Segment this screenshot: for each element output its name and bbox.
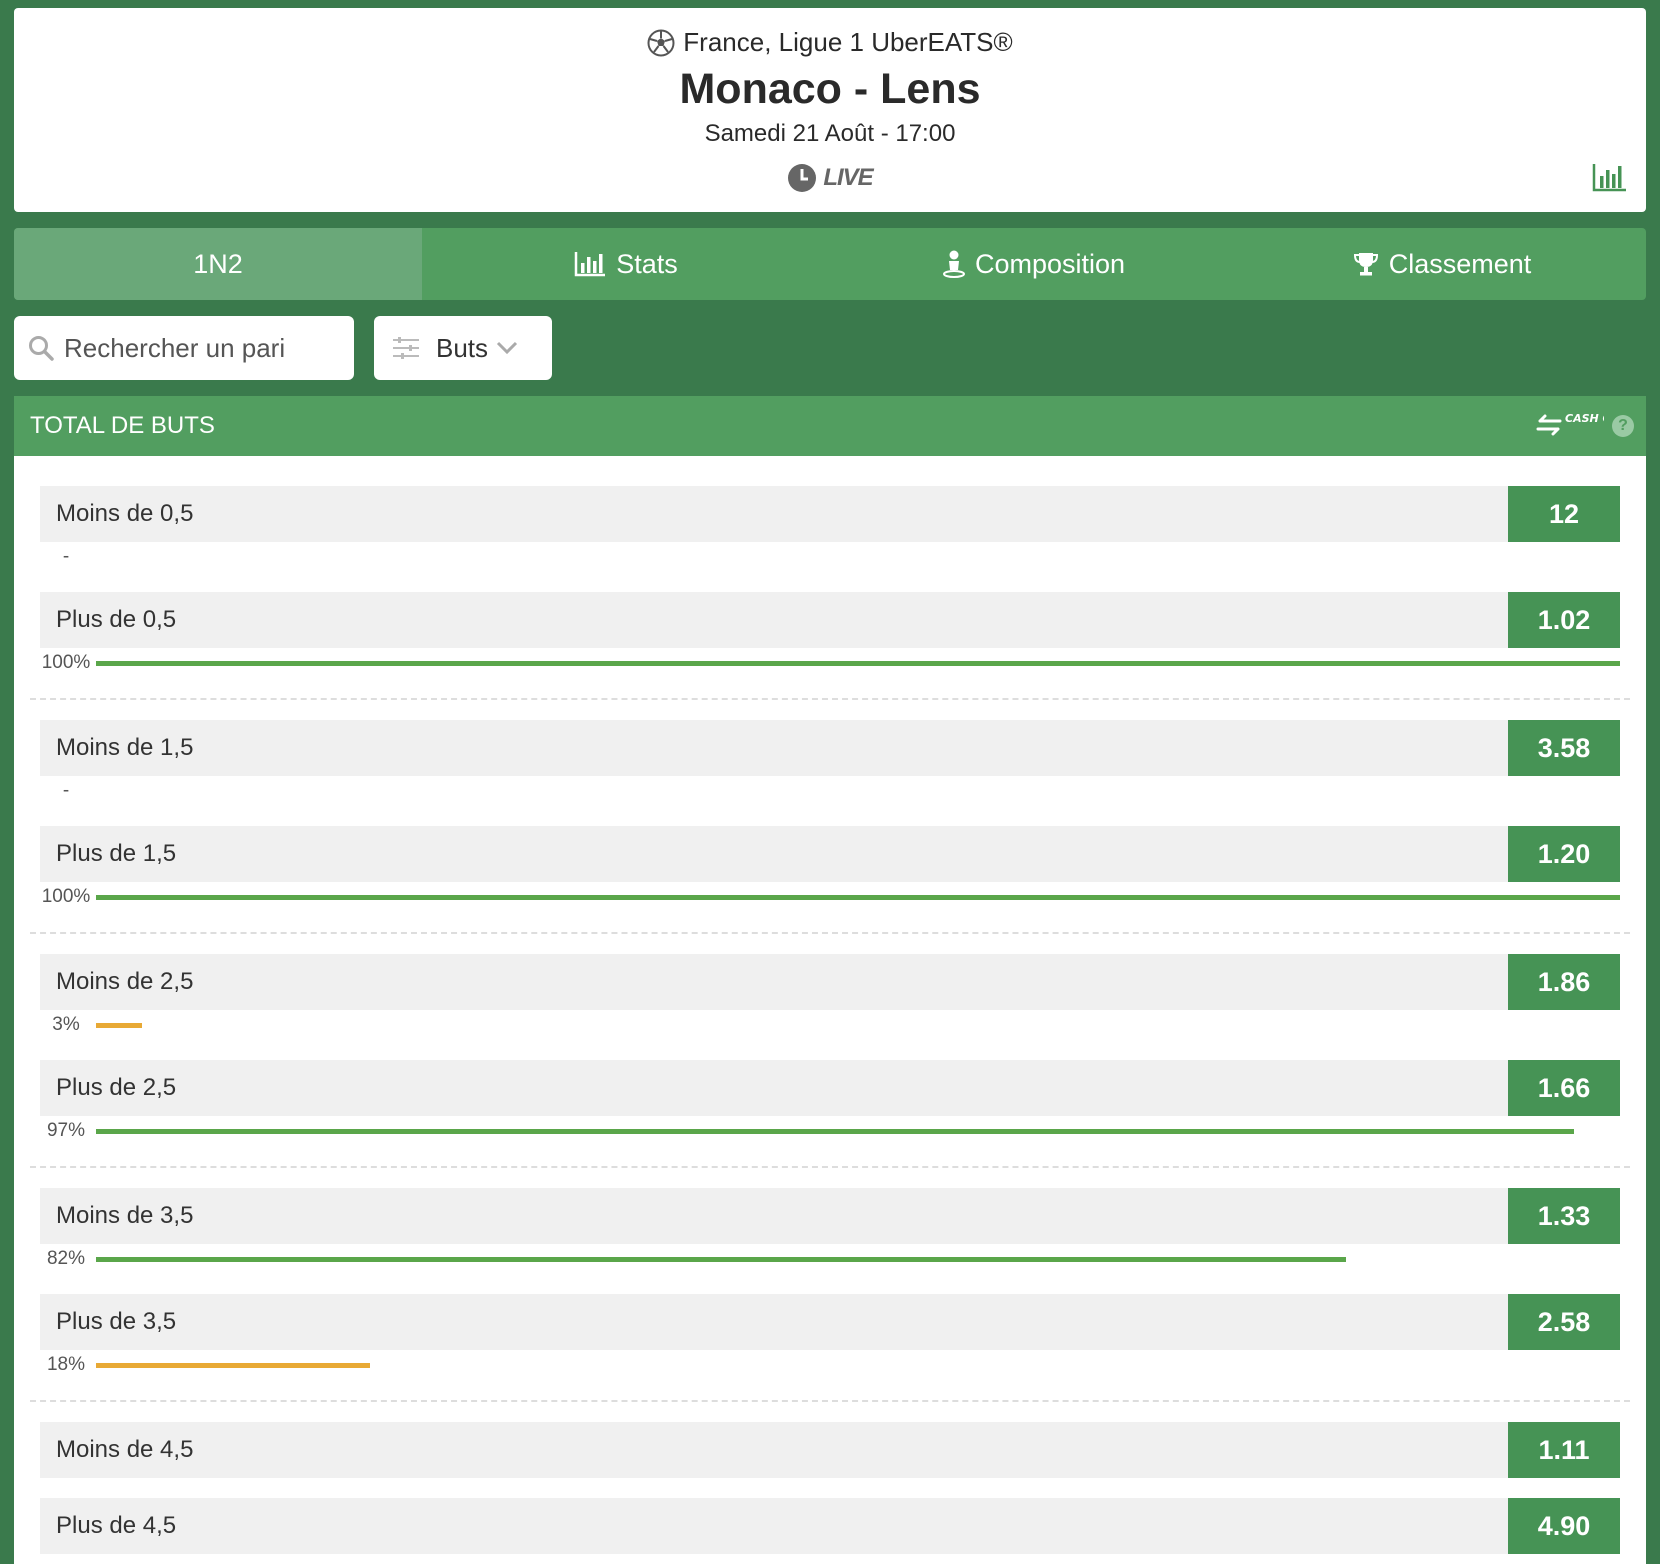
tab-1n2[interactable]: 1N2 [14,228,422,300]
match-date: Samedi 21 Août - 17:00 [704,120,956,147]
cashout-badge: CASH OUT [1536,412,1604,438]
selection-label: Moins de 2,5 [56,968,194,995]
filter-label: Buts [436,332,489,363]
selection-row: Plus de 2,5 1.66 [40,1060,1620,1116]
selection-row: Moins de 0,5 12 [40,486,1620,542]
selection-row: Plus de 4,5 4.90 [40,1498,1620,1554]
league-name: France, Ligue 1 UberEATS® [683,27,1013,57]
group-divider [30,932,1630,934]
odd-button[interactable]: 1.33 [1508,1188,1620,1244]
stats-chart-icon[interactable] [1592,162,1628,192]
player-icon [942,250,965,278]
tab-label: Classement [1388,248,1532,279]
tab-stats[interactable]: Stats [422,228,830,300]
chevron-down-icon [496,341,518,355]
odd-button[interactable]: 12 [1508,486,1620,542]
percentage-bar [96,1129,1575,1134]
event-header: France, Ligue 1 UberEATS® Monaco - Lens … [14,8,1646,212]
percentage-text: 82% [46,1248,86,1269]
tab-composition[interactable]: Composition [830,228,1238,300]
tab-label: 1N2 [193,248,243,279]
match-title: Monaco - Lens [679,65,981,113]
percentage-bar [96,1257,1346,1262]
group-divider [30,698,1630,700]
selection-label: Plus de 0,5 [56,606,177,633]
search-box[interactable] [14,316,354,380]
bet-percentage: 18% [40,1355,1620,1375]
selection-label: Moins de 3,5 [56,1202,194,1229]
soccer-ball-icon [647,29,675,56]
group-divider [30,1166,1630,1168]
selection-label: Plus de 1,5 [56,840,177,867]
odd-button[interactable]: 3.58 [1508,720,1620,776]
tab-bar: 1N2 Stats Composition Classement [14,228,1646,300]
selection-row: Moins de 1,5 3.58 [40,720,1620,776]
cashout-icon [1536,414,1562,436]
bet-percentage: 100% [40,887,1620,907]
tab-classement[interactable]: Classement [1238,228,1646,300]
percentage-text: 18% [46,1354,86,1375]
percentage-bar [96,1363,371,1368]
odd-button[interactable]: 2.58 [1508,1294,1620,1350]
bar-chart-icon [574,252,606,277]
tab-label: Stats [616,248,678,279]
odd-button[interactable]: 1.86 [1508,954,1620,1010]
search-input[interactable] [64,332,324,364]
selection-label: Moins de 1,5 [56,734,194,761]
league-line: France, Ligue 1 UberEATS® [14,27,1646,58]
help-icon[interactable]: ? [1612,415,1634,437]
group-divider [30,1400,1630,1402]
market-selections: Moins de 0,5 12 - Plus de 0,5 1.02 100% … [14,456,1646,1564]
odd-button[interactable]: 1.66 [1508,1060,1620,1116]
selection-label: Plus de 3,5 [56,1308,177,1335]
trophy-icon [1353,253,1378,276]
odd-button[interactable]: 4.90 [1508,1498,1620,1554]
live-label: LIVE [823,164,873,191]
selection-label: Plus de 2,5 [56,1074,177,1101]
bet-percentage: 82% [40,1249,1620,1269]
percentage-bar [96,1023,142,1028]
selection-row: Plus de 0,5 1.02 [40,592,1620,648]
selection-row: Plus de 1,5 1.20 [40,826,1620,882]
percentage-bar [96,895,1620,900]
odd-button[interactable]: 1.11 [1508,1422,1620,1478]
selection-row: Moins de 4,5 1.11 [40,1422,1620,1478]
selection-row: Moins de 3,5 1.33 [40,1188,1620,1244]
search-icon [29,336,54,361]
cashout-label: CASH OUT [1565,412,1604,425]
percentage-text: 97% [46,1120,86,1141]
selection-label: Moins de 0,5 [56,500,194,527]
selection-label: Moins de 4,5 [56,1436,194,1463]
filter-sliders-icon [393,337,419,359]
percentage-text: - [62,546,70,567]
market-title: TOTAL DE BUTS [30,412,215,439]
percentage-text: 100% [41,886,91,907]
bet-percentage: 97% [40,1121,1620,1141]
percentage-text: 3% [52,1014,80,1035]
selection-label: Plus de 4,5 [56,1512,177,1539]
bet-percentage: - [40,781,1620,801]
live-indicator: LIVE [14,163,1646,193]
clock-icon [788,164,817,192]
market-filter-dropdown[interactable]: Buts [374,316,552,380]
bet-percentage: 100% [40,653,1620,673]
selection-row: Plus de 3,5 2.58 [40,1294,1620,1350]
percentage-text: 100% [41,652,91,673]
bet-percentage: 3% [40,1015,1620,1035]
bet-percentage: - [40,547,1620,567]
selection-row: Moins de 2,5 1.86 [40,954,1620,1010]
odd-button[interactable]: 1.02 [1508,592,1620,648]
market-header[interactable]: TOTAL DE BUTS CASH OUT ? [14,396,1646,456]
percentage-bar [96,661,1620,666]
svg-text:CASH OUT: CASH OUT [1565,412,1604,425]
odd-button[interactable]: 1.20 [1508,826,1620,882]
percentage-text: - [62,780,70,801]
tab-label: Composition [974,248,1126,279]
